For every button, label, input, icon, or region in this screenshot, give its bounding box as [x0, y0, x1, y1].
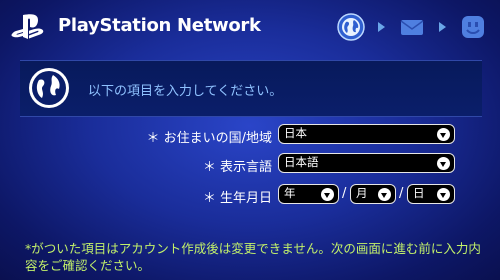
footer-note: *がついた項目はアカウント作成後は変更できません。次の画面に進む前に入力内容をご…: [25, 241, 481, 273]
birth-year-select[interactable]: 年: [278, 184, 339, 204]
step-arrow-icon: [378, 22, 385, 32]
chevron-down-icon: [321, 188, 334, 201]
birthdate-label: ＊ 生年月日: [202, 191, 272, 206]
birth-day-value: 日: [413, 186, 425, 200]
language-row: ＊ 表示言語 日本語: [0, 153, 500, 175]
birth-month-value: 月: [356, 186, 368, 200]
birth-year-value: 年: [284, 186, 296, 200]
globe-icon: [29, 68, 69, 108]
envelope-icon: [397, 12, 427, 42]
chevron-down-icon: [378, 188, 391, 201]
chevron-down-icon: [437, 128, 450, 141]
globe-icon: [336, 12, 366, 42]
instruction-banner: 以下の項目を入力してください。: [20, 60, 482, 117]
language-label: ＊ 表示言語: [202, 160, 272, 175]
brand-title: PlayStation Network: [58, 15, 261, 36]
date-separator: /: [399, 186, 404, 201]
country-row: ＊ お住まいの国/地域 日本: [0, 124, 500, 146]
top-bar: PlayStation Network: [0, 0, 500, 56]
birth-day-select[interactable]: 日: [407, 184, 455, 204]
country-label: ＊ お住まいの国/地域: [146, 131, 272, 146]
language-select[interactable]: 日本語: [278, 153, 455, 173]
country-select[interactable]: 日本: [278, 124, 455, 144]
step-arrow-icon: [439, 22, 446, 32]
birthdate-row: ＊ 生年月日 年 / 月 / 日: [0, 184, 500, 206]
chevron-down-icon: [437, 188, 450, 201]
birth-month-select[interactable]: 月: [350, 184, 396, 204]
date-separator: /: [342, 186, 347, 201]
playstation-logo-icon: [11, 14, 44, 39]
chevron-down-icon: [437, 157, 450, 170]
instruction-text: 以下の項目を入力してください。: [88, 84, 283, 99]
progress-steps: [336, 12, 488, 42]
country-value: 日本: [284, 126, 307, 140]
language-value: 日本語: [284, 155, 319, 169]
smiley-icon: [458, 12, 488, 42]
